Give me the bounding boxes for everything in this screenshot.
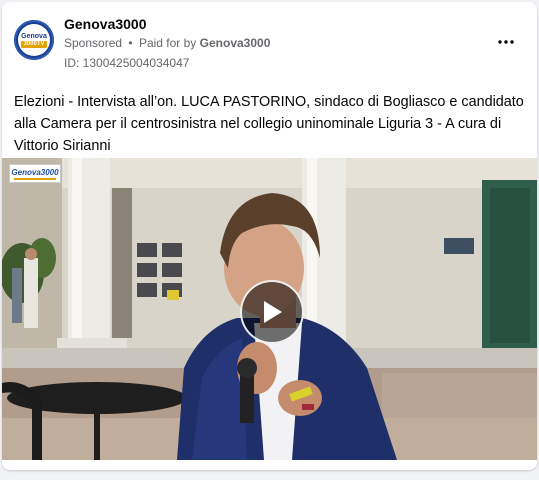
more-dots-icon bbox=[498, 40, 514, 44]
ad-id: ID: 1300425004034047 bbox=[64, 56, 190, 70]
play-button[interactable] bbox=[240, 280, 304, 344]
separator-dot: • bbox=[128, 36, 133, 50]
post-text: Elezioni - Intervista all’on. LUCA PASTO… bbox=[14, 94, 524, 154]
post-header: Genova 3000TV Genova3000 Sponsored • Pai… bbox=[2, 2, 537, 82]
channel-watermark: Genova3000 bbox=[9, 164, 61, 183]
ad-card: Genova 3000TV Genova3000 Sponsored • Pai… bbox=[2, 2, 537, 470]
watermark-text: Genova3000 bbox=[11, 167, 59, 177]
play-icon bbox=[264, 301, 282, 323]
sponsored-label: Sponsored bbox=[64, 36, 123, 50]
video-player[interactable]: Genova3000 bbox=[2, 158, 537, 460]
payer-name: Genova3000 bbox=[199, 36, 271, 50]
avatar-logo-text: Genova bbox=[21, 32, 47, 40]
more-options-button[interactable] bbox=[492, 30, 520, 54]
sponsored-line: Sponsored • Paid for by Genova3000 bbox=[64, 36, 270, 50]
avatar-logo: Genova 3000TV bbox=[18, 24, 50, 56]
avatar[interactable]: Genova 3000TV bbox=[14, 20, 54, 60]
card-footer bbox=[2, 460, 537, 470]
paid-for-label: Paid for by bbox=[138, 36, 197, 50]
page-name[interactable]: Genova3000 bbox=[64, 16, 147, 32]
avatar-logo-subtext: 3000TV bbox=[21, 40, 47, 48]
watermark-bar bbox=[14, 177, 56, 180]
